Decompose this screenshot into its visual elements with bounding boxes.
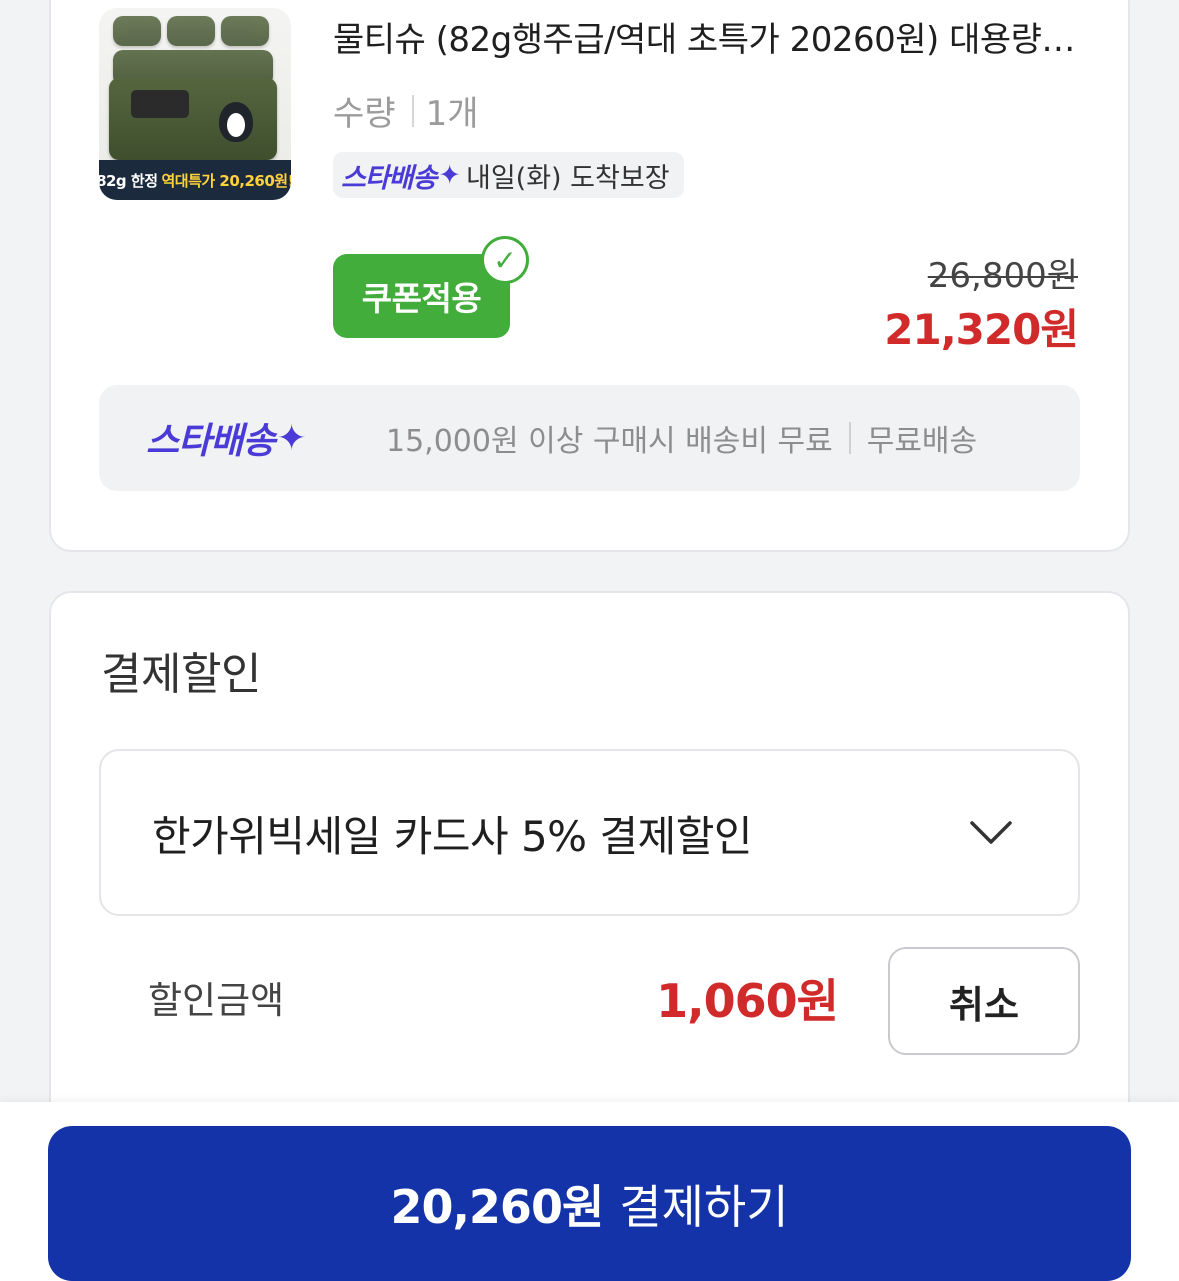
quantity-value: 1개 (425, 94, 479, 134)
shipping-fee: 무료배송 (866, 424, 978, 459)
star-delivery-logo-text: 스타배송 (341, 162, 437, 194)
sparkle-icon: ✦ (438, 159, 461, 191)
thumbnail-pack (167, 16, 215, 46)
delivery-text: 내일(화) 도착보장 (466, 162, 670, 194)
product-title[interactable]: 물티슈 (82g행주급/역대 초특가 20260원) 대용량 캡형 물티슈 (333, 12, 1079, 61)
quantity-row: 수량 1개 (333, 86, 478, 135)
section-title: 결제할인 (101, 649, 261, 700)
discount-selected-option: 한가위빅세일 카드사 5% 결제할인 (152, 812, 753, 861)
thumbnail-banner: 82g 한정 역대특가 20,260원! (99, 160, 291, 200)
star-delivery-logo: 스타배송 ✦ (146, 412, 386, 464)
delivery-badge: 스타배송 ✦ 내일(화) 도착보장 (333, 152, 684, 198)
thumbnail-pack (221, 16, 269, 46)
quantity-divider (411, 94, 414, 127)
chevron-down-icon (970, 821, 1012, 844)
original-price: 26,800원 (927, 256, 1078, 296)
product-thumbnail[interactable]: 82g 한정 역대특가 20,260원! (99, 8, 291, 200)
thumbnail-banner-text: 82g 한정 (99, 171, 158, 190)
sparkle-icon: ✦ (276, 417, 306, 459)
shipping-divider (848, 422, 851, 454)
pay-button[interactable]: 20,260원 결제하기 (48, 1126, 1131, 1281)
star-delivery-logo-text: 스타배송 (146, 421, 275, 462)
thumbnail-pack (113, 16, 161, 46)
penguin-mascot-icon (219, 102, 253, 142)
thumbnail-pack-main (109, 78, 277, 160)
pay-label: 결제하기 (619, 1179, 789, 1234)
shipping-info-bar: 스타배송 ✦ 15,000원 이상 구매시 배송비 무료 무료배송 (99, 385, 1080, 491)
check-icon: ✓ (481, 236, 529, 284)
free-shipping-condition: 15,000원 이상 구매시 배송비 무료 (386, 424, 833, 459)
star-delivery-logo: 스타배송 ✦ (341, 156, 461, 195)
pay-amount: 20,260원 (390, 1179, 604, 1234)
final-price: 21,320원 (884, 305, 1079, 354)
discount-amount-label: 할인금액 (148, 979, 285, 1022)
thumbnail-banner-highlight: 역대특가 20,260원! (161, 171, 292, 190)
thumbnail-lid (131, 90, 189, 118)
quantity-label: 수량 (333, 94, 396, 134)
discount-select[interactable]: 한가위빅세일 카드사 5% 결제할인 (99, 749, 1080, 916)
cancel-discount-button[interactable]: 취소 (888, 947, 1080, 1055)
discount-amount-value: 1,060원 (656, 974, 839, 1028)
